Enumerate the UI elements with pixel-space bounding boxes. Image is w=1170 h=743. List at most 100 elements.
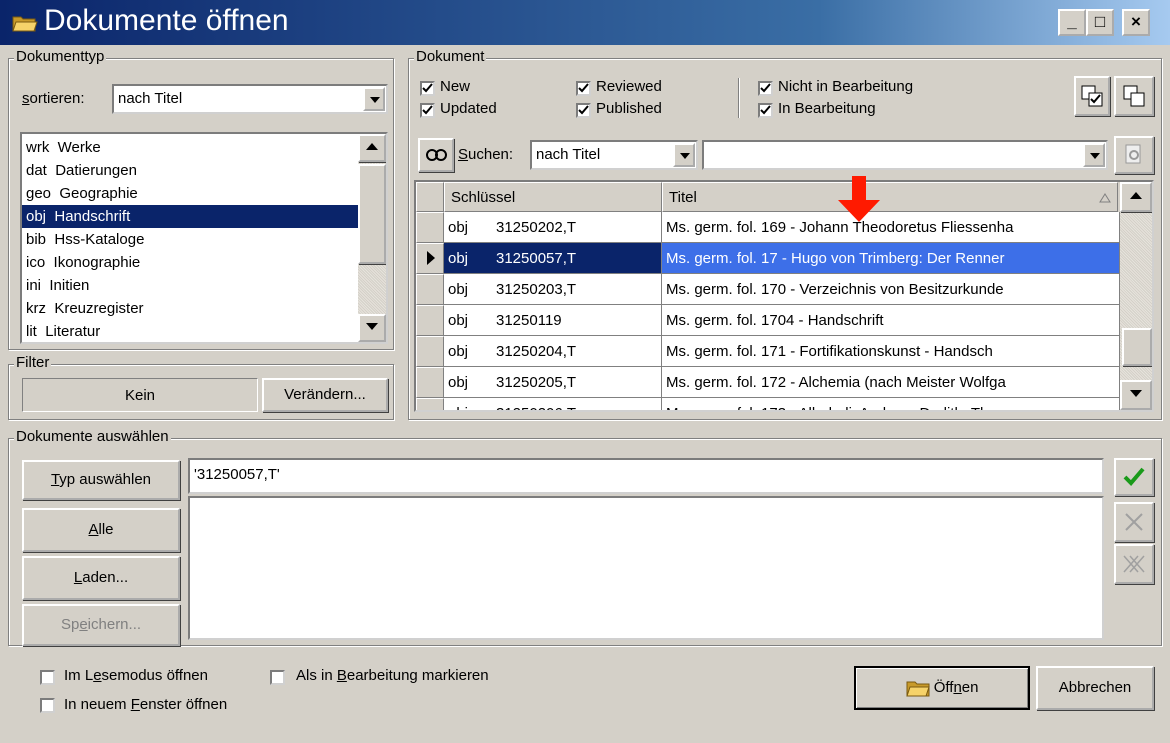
table-row[interactable]: obj 31250202,T <box>444 212 662 243</box>
list-item-name: Kreuzregister <box>54 300 144 317</box>
table-row[interactable]: obj 31250206,T <box>444 398 662 410</box>
table-scrollbar[interactable] <box>1120 182 1152 410</box>
row-type: obj <box>448 219 469 236</box>
list-item-name: Werke <box>57 139 101 156</box>
close-button[interactable]: × <box>1122 9 1150 36</box>
row-type: obj <box>448 281 469 298</box>
search-mode-dropdown[interactable]: nach Titel <box>530 140 698 170</box>
doctype-list[interactable]: wrk Werke dat Datierungen geo Geographie ob… <box>20 132 388 344</box>
checkbox-label: Reviewed <box>596 78 662 95</box>
column-header-title-label: Titel <box>669 189 697 206</box>
row-header[interactable] <box>416 212 444 243</box>
doctype-group-label: Dokumenttyp <box>14 48 107 65</box>
row-header[interactable] <box>416 367 444 398</box>
filter-group-label: Filter <box>14 354 52 371</box>
filter-change-button[interactable]: Verändern... <box>262 378 388 412</box>
search-input[interactable] <box>702 140 1108 170</box>
table-row[interactable]: obj 31250204,T <box>444 336 662 367</box>
table-row[interactable]: obj 31250205,T <box>444 367 662 398</box>
selection-input[interactable]: '31250057,T' <box>188 458 1104 494</box>
checkbox-new[interactable] <box>420 81 435 96</box>
checkbox-published[interactable] <box>576 103 591 118</box>
search-go-button[interactable] <box>1114 136 1154 174</box>
row-title-cell[interactable]: Ms. germ. fol. 17 - Hugo von Trimberg: D… <box>662 243 1120 274</box>
list-item[interactable]: krz Kreuzregister <box>22 297 362 320</box>
table-row[interactable]: obj 31250119 <box>444 305 662 336</box>
row-title: Ms. germ. fol. 17 - Hugo von Trimberg: D… <box>666 250 1005 267</box>
search-label: Suchen: <box>458 146 514 163</box>
column-header-key[interactable]: Schlüssel <box>444 182 662 212</box>
scroll-up-button[interactable] <box>358 134 386 162</box>
scroll-down-button[interactable] <box>358 314 386 342</box>
read-mode-checkbox[interactable] <box>40 670 55 685</box>
remove-all-button[interactable] <box>1114 544 1154 584</box>
document-table[interactable]: Schlüssel Titel obj 31250202,T Ms. germ. f… <box>414 180 1154 412</box>
checkbox-updated[interactable] <box>420 103 435 118</box>
list-item-name: Literatur <box>45 323 101 340</box>
open-button[interactable]: Öffnen <box>854 666 1030 710</box>
list-item[interactable]: wrk Werke <box>22 136 362 159</box>
uncheck-all-button[interactable] <box>1114 76 1154 116</box>
maximize-button[interactable]: □ <box>1086 9 1114 36</box>
checkbox-nicht-in-bearbeitung[interactable] <box>758 81 773 96</box>
row-header[interactable] <box>416 243 444 274</box>
confirm-button[interactable] <box>1114 458 1154 496</box>
doctype-scrollbar[interactable] <box>358 134 386 342</box>
chevron-down-icon[interactable] <box>363 87 385 111</box>
list-item[interactable]: geo Geographie <box>22 182 362 205</box>
arrow-up-icon <box>1130 192 1142 199</box>
table-row[interactable]: obj 31250203,T <box>444 274 662 305</box>
load-button[interactable]: Laden... <box>22 556 180 600</box>
row-header[interactable] <box>416 336 444 367</box>
all-button[interactable]: Alle <box>22 508 180 552</box>
open-label: Öffnen <box>933 679 979 696</box>
search-document-icon <box>1125 144 1141 164</box>
cancel-button[interactable]: Abbrechen <box>1036 666 1154 710</box>
title-bar: Dokumente öffnen _ □ × <box>0 0 1170 45</box>
checkbox-label: Updated <box>440 100 497 117</box>
row-title: Ms. germ. fol. 173 - Albohali, Andreas D… <box>666 405 997 410</box>
table-corner <box>416 182 444 212</box>
row-title-cell[interactable]: Ms. germ. fol. 173 - Albohali, Andreas D… <box>662 398 1120 410</box>
list-item[interactable]: bib Hss-Kataloge <box>22 228 362 251</box>
table-scroll-up-button[interactable] <box>1120 182 1152 212</box>
list-item[interactable]: obj Handschrift <box>22 205 362 228</box>
checkbox-reviewed[interactable] <box>576 81 591 96</box>
select-type-button[interactable]: Typ auswählen <box>22 460 180 500</box>
check-all-button[interactable] <box>1074 76 1110 116</box>
search-mode-button[interactable] <box>418 138 454 172</box>
sort-dropdown[interactable]: nach Titel <box>112 84 388 114</box>
table-row[interactable]: obj 31250057,T <box>444 243 662 274</box>
table-scroll-thumb[interactable] <box>1122 328 1152 366</box>
checkbox-in-bearbeitung[interactable] <box>758 103 773 118</box>
row-header[interactable] <box>416 274 444 305</box>
row-key: 31250057,T <box>496 250 577 267</box>
minimize-button[interactable]: _ <box>1058 9 1086 36</box>
row-type: obj <box>448 374 469 391</box>
list-item[interactable]: ini Initien <box>22 274 362 297</box>
checkbox-label: Published <box>596 100 662 117</box>
maximize-icon: □ <box>1094 12 1106 31</box>
row-title-cell[interactable]: Ms. germ. fol. 171 - Fortifikationskunst… <box>662 336 1120 367</box>
chevron-down-icon[interactable] <box>1083 143 1105 167</box>
row-header[interactable] <box>416 305 444 336</box>
new-window-checkbox[interactable] <box>40 698 55 713</box>
row-title-cell[interactable]: Ms. germ. fol. 1704 - Handschrift <box>662 305 1120 336</box>
selection-list[interactable] <box>188 496 1104 640</box>
list-item[interactable]: dat Datierungen <box>22 159 362 182</box>
save-button[interactable]: Speichern... <box>22 604 180 646</box>
remove-button[interactable] <box>1114 502 1154 542</box>
mark-editing-checkbox[interactable] <box>270 670 285 685</box>
row-title-cell[interactable]: Ms. germ. fol. 170 - Verzeichnis von Bes… <box>662 274 1120 305</box>
row-title-cell[interactable]: Ms. germ. fol. 172 - Alchemia (nach Meis… <box>662 367 1120 398</box>
column-header-title[interactable]: Titel <box>662 182 1118 212</box>
list-item[interactable]: ico Ikonographie <box>22 251 362 274</box>
list-item-name: Geographie <box>59 185 138 202</box>
search-mode-value: nach Titel <box>536 146 601 163</box>
row-title-cell[interactable]: Ms. germ. fol. 169 - Johann Theodoretus … <box>662 212 1120 243</box>
row-header[interactable] <box>416 398 444 410</box>
list-item[interactable]: lit Literatur <box>22 320 362 342</box>
chevron-down-icon[interactable] <box>673 143 695 167</box>
table-scroll-down-button[interactable] <box>1120 380 1152 410</box>
scroll-thumb[interactable] <box>358 164 386 264</box>
